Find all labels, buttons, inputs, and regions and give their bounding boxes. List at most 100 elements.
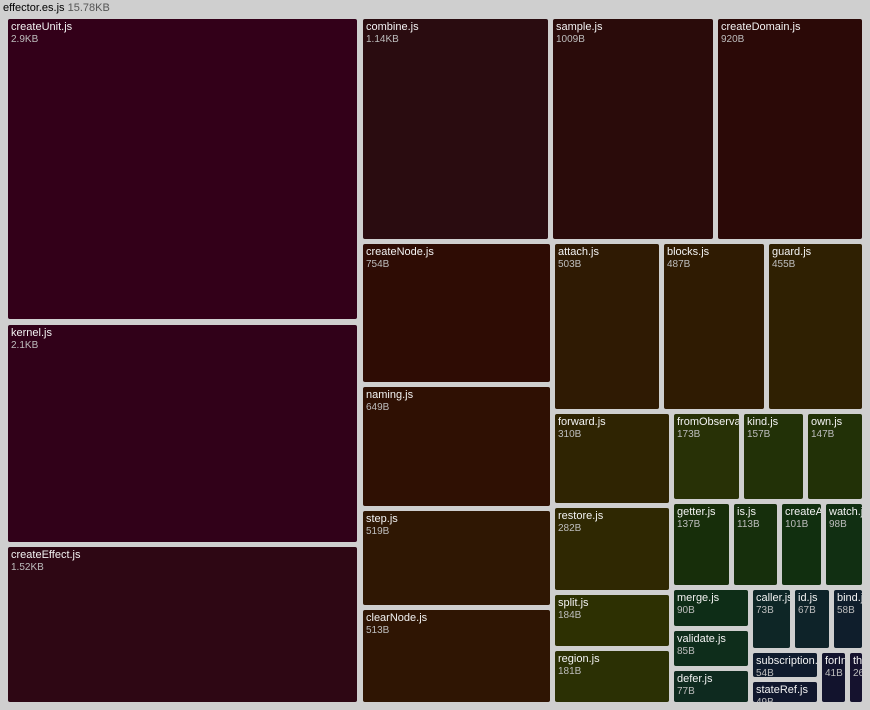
- tile-label: subscription.j: [756, 655, 817, 667]
- tile-label: guard.js: [772, 246, 812, 258]
- treemap-tile-createunit[interactable]: createUnit.js 2.9KB: [8, 19, 357, 319]
- tile-size: 282B: [558, 523, 582, 534]
- tile-label: merge.js: [677, 592, 720, 604]
- tile-size: 184B: [558, 610, 582, 621]
- tile-size: 754B: [366, 259, 390, 270]
- tile-label: blocks.js: [667, 246, 710, 258]
- tile-size: 41B: [825, 668, 843, 679]
- treemap-tile-validate[interactable]: validate.js 85B: [674, 631, 748, 666]
- tile-label: createA: [785, 506, 821, 518]
- tile-size: 2.1KB: [11, 340, 39, 351]
- treemap-tile-getter[interactable]: getter.js 137B: [674, 504, 729, 585]
- tile-size: 137B: [677, 519, 701, 530]
- tile-size: 2.9KB: [11, 34, 39, 45]
- tile-label: caller.js: [756, 592, 790, 604]
- tile-size: 73B: [756, 605, 774, 616]
- tile-label: forIn: [825, 655, 845, 667]
- tile-size: 67B: [798, 605, 816, 616]
- bundle-size: 15.78KB: [67, 2, 110, 14]
- tile-label: getter.js: [677, 506, 716, 518]
- tile-size: 503B: [558, 259, 582, 270]
- tile-size: 157B: [747, 429, 771, 440]
- treemap-tile-combine[interactable]: combine.js 1.14KB: [363, 19, 548, 239]
- tile-label: createNode.js: [366, 246, 434, 258]
- tile-size: 487B: [667, 259, 691, 270]
- tile-size: 58B: [837, 605, 855, 616]
- tile-label: validate.js: [677, 633, 726, 645]
- tile-size: 101B: [785, 519, 809, 530]
- tile-size: 54B: [756, 668, 774, 677]
- treemap-tile-createdomain[interactable]: createDomain.js 920B: [718, 19, 862, 239]
- tile-label: id.js: [798, 592, 818, 604]
- tile-label: own.js: [811, 416, 843, 428]
- treemap-tile-id[interactable]: id.js 67B: [795, 590, 829, 648]
- treemap-tile-createapi[interactable]: createA 101B: [782, 504, 821, 585]
- tile-label: forward.js: [558, 416, 606, 428]
- treemap-tile-sample[interactable]: sample.js 1009B: [553, 19, 713, 239]
- treemap-tile-kernel[interactable]: kernel.js 2.1KB: [8, 325, 357, 542]
- tile-size: 920B: [721, 34, 745, 45]
- tile-size: 1.52KB: [11, 562, 44, 573]
- treemap-tile-fromobservable[interactable]: fromObserva 173B: [674, 414, 739, 499]
- treemap-tile-kind[interactable]: kind.js 157B: [744, 414, 803, 499]
- tile-size: 649B: [366, 402, 390, 413]
- treemap-tile-throw[interactable]: th26B: [850, 653, 862, 702]
- tile-label: defer.js: [677, 673, 713, 685]
- tile-label: kernel.js: [11, 327, 52, 339]
- tile-label: createEffect.js: [11, 549, 81, 561]
- tile-label: bind.js: [837, 592, 862, 604]
- tile-label: sample.js: [556, 21, 603, 33]
- tile-label: step.js: [366, 513, 398, 525]
- tile-label: is.js: [737, 506, 756, 518]
- tile-label: kind.js: [747, 416, 779, 428]
- treemap-tile-bind[interactable]: bind.js58B: [834, 590, 862, 648]
- tile-label: stateRef.js: [756, 684, 808, 696]
- treemap-tile-naming[interactable]: naming.js 649B: [363, 387, 550, 506]
- treemap-tile-stateref[interactable]: stateRef.js49B: [753, 682, 817, 702]
- treemap-tile-own[interactable]: own.js 147B: [808, 414, 862, 499]
- treemap-tile-attach[interactable]: attach.js 503B: [555, 244, 659, 409]
- tile-label: fromObserva: [677, 416, 739, 428]
- tile-label: createDomain.js: [721, 21, 801, 33]
- treemap-tile-blocks[interactable]: blocks.js 487B: [664, 244, 764, 409]
- tile-label: split.js: [558, 597, 589, 609]
- treemap-tile-is[interactable]: is.js 113B: [734, 504, 777, 585]
- tile-size: 181B: [558, 666, 582, 677]
- tile-label: region.js: [558, 653, 600, 665]
- tile-label: attach.js: [558, 246, 599, 258]
- treemap-tile-split[interactable]: split.js 184B: [555, 595, 669, 646]
- tile-size: 77B: [677, 686, 695, 697]
- treemap-header: effector.es.js 15.78KB: [3, 2, 110, 16]
- tile-label: restore.js: [558, 510, 604, 522]
- treemap-tile-caller[interactable]: caller.js 73B: [753, 590, 790, 648]
- tile-label: clearNode.js: [366, 612, 428, 624]
- treemap-tile-createeffect[interactable]: createEffect.js 1.52KB: [8, 547, 357, 702]
- treemap-tile-subscription[interactable]: subscription.j 54B: [753, 653, 817, 677]
- treemap-tile-forin[interactable]: forIn 41B: [822, 653, 845, 702]
- treemap-tile-watch[interactable]: watch.js98B: [826, 504, 862, 585]
- treemap-tile-defer[interactable]: defer.js 77B: [674, 671, 748, 702]
- tile-size: 173B: [677, 429, 701, 440]
- treemap-tile-createnode[interactable]: createNode.js 754B: [363, 244, 550, 382]
- treemap-tile-guard[interactable]: guard.js 455B: [769, 244, 862, 409]
- treemap-tile-step[interactable]: step.js 519B: [363, 511, 550, 605]
- tile-size: 147B: [811, 429, 835, 440]
- tile-size: 49B: [756, 697, 774, 702]
- tile-size: 98B: [829, 519, 847, 530]
- tile-size: 1.14KB: [366, 34, 399, 45]
- tile-label: combine.js: [366, 21, 419, 33]
- tile-label: naming.js: [366, 389, 414, 401]
- tile-size: 519B: [366, 526, 390, 537]
- tile-size: 90B: [677, 605, 695, 616]
- treemap-tile-merge[interactable]: merge.js 90B: [674, 590, 748, 626]
- treemap-tile-region[interactable]: region.js 181B: [555, 651, 669, 702]
- treemap-root: effector.es.js 15.78KB createUnit.js 2.9K…: [0, 0, 870, 710]
- treemap-tile-forward[interactable]: forward.js 310B: [555, 414, 669, 503]
- bundle-name: effector.es.js: [3, 2, 65, 14]
- treemap-tile-clearnode[interactable]: clearNode.js 513B: [363, 610, 550, 702]
- tile-label: createUnit.js: [11, 21, 73, 33]
- tile-size: 113B: [737, 519, 760, 530]
- tile-size: 26B: [853, 668, 862, 679]
- treemap-tile-restore[interactable]: restore.js 282B: [555, 508, 669, 590]
- tile-size: 310B: [558, 429, 582, 440]
